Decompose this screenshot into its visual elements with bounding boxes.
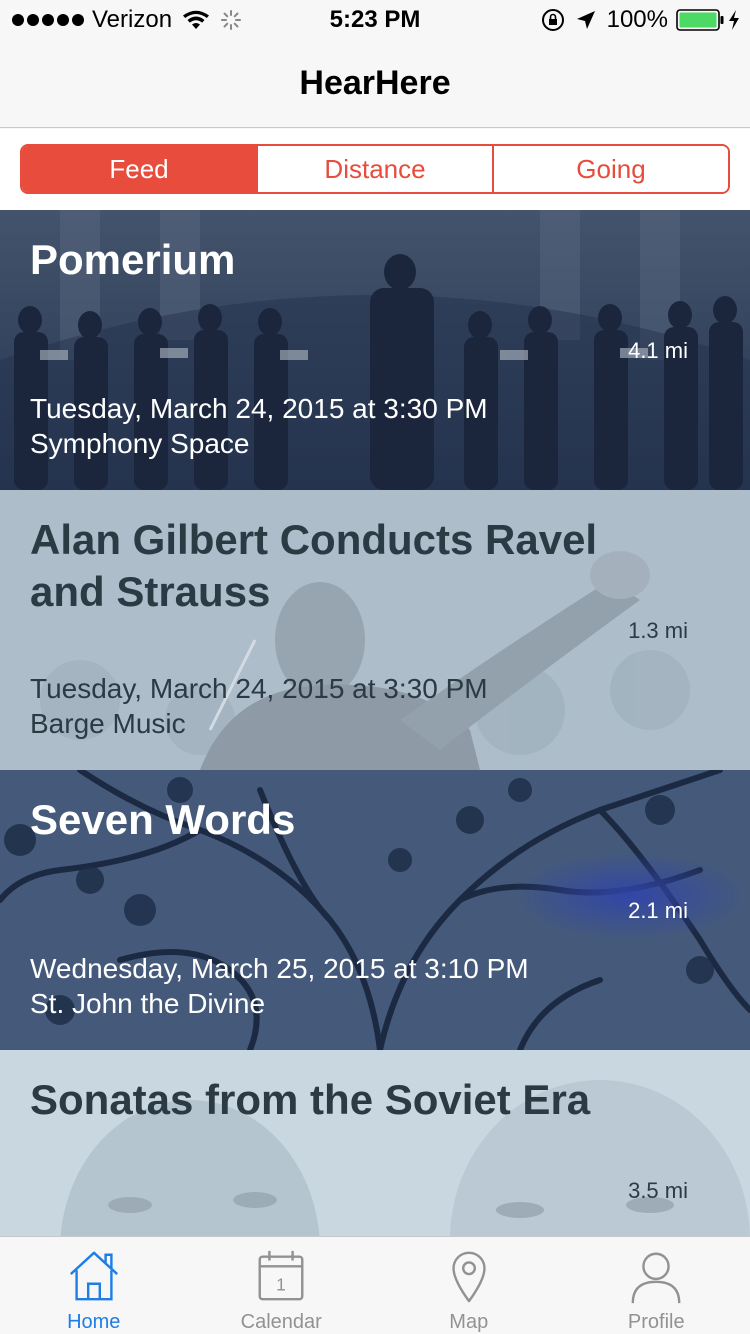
map-pin-icon bbox=[452, 1251, 486, 1303]
charging-icon bbox=[729, 10, 739, 30]
event-title: Sonatas from the Soviet Era bbox=[30, 1076, 591, 1123]
event-venue: Symphony Space bbox=[30, 428, 250, 459]
event-title: Alan Gilbert Conducts Ravel and Strauss bbox=[30, 516, 598, 615]
event-distance: 3.5 mi bbox=[628, 1178, 688, 1203]
home-icon bbox=[69, 1251, 118, 1301]
event-card-alan-gilbert[interactable]: Alan Gilbert Conducts Ravel and Strauss … bbox=[0, 490, 750, 770]
event-distance: 4.1 mi bbox=[628, 338, 688, 363]
event-venue: St. John the Divine bbox=[30, 988, 266, 1019]
rotation-lock-icon bbox=[541, 9, 564, 31]
segment-area: Feed Distance Going bbox=[0, 129, 750, 210]
event-card-sonatas[interactable]: Sonatas from the Soviet Era 3.5 mi bbox=[0, 1050, 750, 1236]
event-date: Tuesday, March 24, 2015 at 3:30 PM bbox=[30, 393, 488, 424]
tab-calendar[interactable]: 1 Calendar bbox=[188, 1237, 376, 1334]
event-distance: 2.1 mi bbox=[628, 898, 688, 923]
tab-label: Profile bbox=[627, 1311, 685, 1333]
event-card-pomerium[interactable]: Pomerium 4.1 mi Tuesday, March 24, 2015 … bbox=[0, 210, 750, 490]
tab-label: Calendar bbox=[240, 1311, 322, 1333]
battery-icon bbox=[676, 9, 724, 31]
event-date: Wednesday, March 25, 2015 at 3:10 PM bbox=[30, 953, 529, 984]
event-distance: 1.3 mi bbox=[628, 618, 688, 643]
tab-profile[interactable]: Profile bbox=[563, 1237, 750, 1334]
event-card-seven-words[interactable]: Seven Words 2.1 mi Wednesday, March 25, … bbox=[0, 770, 750, 1050]
segment-going[interactable]: Going bbox=[492, 146, 728, 192]
calendar-icon-number: 1 bbox=[276, 1275, 286, 1295]
event-title: Pomerium bbox=[30, 236, 236, 283]
feed-filter-segmented-control: Feed Distance Going bbox=[20, 144, 730, 194]
status-bar: Verizon 5:23 PM 100% bbox=[0, 0, 750, 40]
app-screen: Verizon 5:23 PM 100% HearHere Feed Dista… bbox=[0, 0, 750, 1334]
page-title: HearHere bbox=[299, 64, 451, 102]
event-feed[interactable]: Pomerium 4.1 mi Tuesday, March 24, 2015 … bbox=[0, 210, 750, 1236]
tab-label: Home bbox=[67, 1311, 121, 1333]
event-title: Seven Words bbox=[30, 796, 296, 843]
tab-bar: Home 1 Calendar Map Profile bbox=[0, 1236, 750, 1334]
event-venue: Barge Music bbox=[30, 708, 186, 739]
segment-distance[interactable]: Distance bbox=[256, 146, 492, 192]
battery-percentage: 100% bbox=[606, 6, 668, 33]
location-arrow-icon bbox=[576, 11, 595, 29]
profile-icon bbox=[631, 1252, 681, 1304]
event-date: Tuesday, March 24, 2015 at 3:30 PM bbox=[30, 673, 488, 704]
tab-home[interactable]: Home bbox=[0, 1237, 188, 1334]
tab-label: Map bbox=[449, 1311, 489, 1333]
segment-feed[interactable]: Feed bbox=[22, 146, 256, 192]
navigation-bar: HearHere bbox=[0, 40, 750, 128]
tab-map[interactable]: Map bbox=[375, 1237, 563, 1334]
calendar-icon: 1 bbox=[258, 1250, 304, 1301]
